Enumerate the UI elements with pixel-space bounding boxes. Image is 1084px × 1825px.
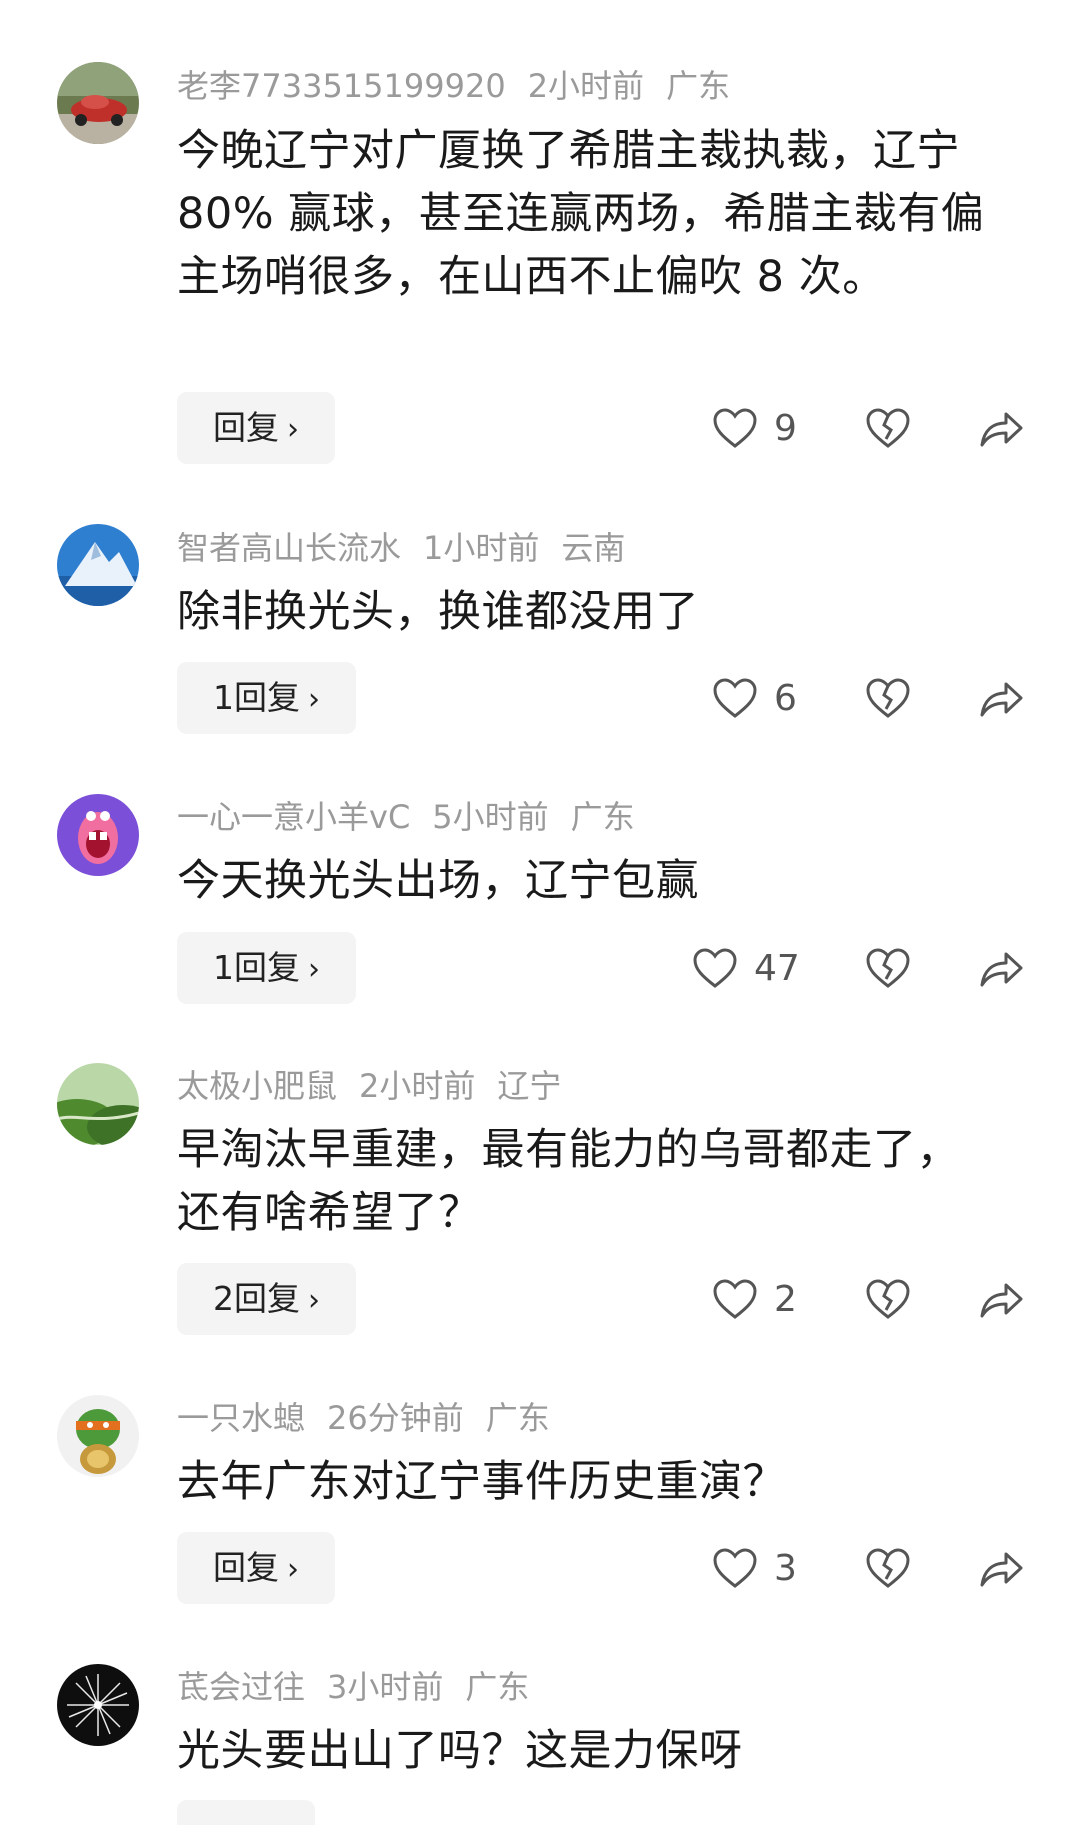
reply-label: 2回复	[213, 1279, 300, 1318]
like-count: 3	[774, 1547, 797, 1589]
dislike-button[interactable]	[865, 405, 911, 451]
comment-time: 3小时前	[327, 1668, 444, 1706]
dislike-button[interactable]	[865, 1545, 911, 1591]
comment-time: 1小时前	[423, 529, 540, 567]
like-count: 47	[754, 947, 800, 989]
avatar[interactable]	[57, 524, 139, 606]
chevron-right-icon: ›	[308, 682, 320, 717]
comment-location: 广东	[485, 1399, 550, 1437]
share-arrow-icon	[980, 682, 1023, 717]
heart-icon	[693, 948, 737, 988]
like-button[interactable]: 2	[712, 1263, 797, 1335]
like-button[interactable]: 47	[692, 932, 800, 1004]
comment-text: 除非换光头，换谁都没用了	[177, 587, 699, 637]
chevron-right-icon: ›	[287, 1552, 299, 1587]
broken-heart-icon	[866, 1548, 910, 1588]
comment-time: 2小时前	[359, 1067, 476, 1105]
comment-text: 今天换光头出场，辽宁包赢	[177, 856, 699, 906]
comment-text: 去年广东对辽宁事件历史重演？	[177, 1457, 786, 1507]
like-count: 9	[774, 407, 797, 449]
reply-label: 1回复	[213, 678, 300, 717]
username[interactable]: 一心一意小羊vC	[177, 798, 410, 836]
dislike-button[interactable]	[865, 945, 911, 991]
like-button[interactable]: 9	[712, 392, 797, 464]
fireworks-avatar-image	[57, 1664, 139, 1746]
reply-button[interactable]: 2回复 ›	[177, 1263, 356, 1335]
username[interactable]: 茋会过往	[177, 1668, 305, 1706]
broken-heart-icon	[866, 408, 910, 448]
snow-mountain-avatar-image	[57, 524, 139, 606]
comment-meta: 智者高山长流水 1小时前 云南	[177, 528, 647, 568]
red-car-avatar-image	[57, 62, 139, 144]
comment-meta: 一心一意小羊vC 5小时前 广东	[177, 797, 657, 837]
comment-time: 5小时前	[432, 798, 549, 836]
dislike-button[interactable]	[865, 675, 911, 721]
share-arrow-icon	[980, 412, 1023, 447]
share-button[interactable]	[978, 1545, 1024, 1591]
dislike-button[interactable]	[865, 1276, 911, 1322]
heart-icon	[713, 408, 757, 448]
like-count: 6	[774, 677, 797, 719]
share-arrow-icon	[980, 1283, 1023, 1318]
like-button[interactable]: 6	[712, 662, 797, 734]
heart-icon	[713, 1279, 757, 1319]
avatar[interactable]	[57, 1664, 139, 1746]
avatar[interactable]	[57, 1063, 139, 1145]
broken-heart-icon	[866, 948, 910, 988]
comment-location: 云南	[561, 529, 626, 567]
chevron-right-icon: ›	[287, 412, 299, 447]
comment-time: 26分钟前	[327, 1399, 464, 1437]
username[interactable]: 老李7733515199920	[177, 67, 506, 105]
avatar[interactable]	[57, 1395, 139, 1477]
username[interactable]: 智者高山长流水	[177, 529, 401, 567]
share-button[interactable]	[978, 1276, 1024, 1322]
like-count: 2	[774, 1278, 797, 1320]
like-button[interactable]: 3	[712, 1532, 797, 1604]
reply-label: 1回复	[213, 948, 300, 987]
comment-time: 2小时前	[527, 67, 645, 105]
comment-meta: 太极小肥鼠 2小时前 辽宁	[177, 1066, 583, 1106]
share-arrow-icon	[980, 952, 1023, 987]
comment-location: 广东	[570, 798, 635, 836]
comment-location: 广东	[465, 1668, 530, 1706]
share-arrow-icon	[980, 1552, 1023, 1587]
heart-icon	[713, 1548, 757, 1588]
green-hills-avatar-image	[57, 1063, 139, 1145]
avatar[interactable]	[57, 794, 139, 876]
share-button[interactable]	[978, 405, 1024, 451]
reply-button[interactable]: 回复 ›	[177, 392, 335, 464]
comment-text: 光头要出山了吗？这是力保呀	[177, 1726, 743, 1776]
comment-location: 辽宁	[497, 1067, 562, 1105]
reply-button[interactable]: 回复	[177, 1800, 315, 1825]
turtle-avatar-image	[57, 1395, 139, 1477]
reply-button[interactable]: 回复 ›	[177, 1532, 335, 1604]
reply-button[interactable]: 1回复 ›	[177, 932, 356, 1004]
cartoon-mouth-avatar-image	[57, 794, 139, 876]
comment-location: 广东	[666, 67, 731, 105]
comment-meta: 一只水螅 26分钟前 广东	[177, 1398, 572, 1438]
avatar[interactable]	[57, 62, 139, 144]
share-button[interactable]	[978, 945, 1024, 991]
chevron-right-icon: ›	[308, 952, 320, 987]
comment-meta: 老李7733515199920 2小时前 广东	[177, 66, 752, 106]
reply-button[interactable]: 1回复 ›	[177, 662, 356, 734]
broken-heart-icon	[866, 1279, 910, 1319]
share-button[interactable]	[978, 675, 1024, 721]
username[interactable]: 一只水螅	[177, 1399, 305, 1437]
reply-label: 回复	[213, 1548, 279, 1587]
comment-meta: 茋会过往 3小时前 广东	[177, 1667, 551, 1707]
comment-text: 今晚辽宁对广厦换了希腊主裁执裁，辽宁 80% 赢球，甚至连赢两场，希腊主裁有偏主…	[177, 126, 985, 302]
comment-text: 早淘汰早重建，最有能力的乌哥都走了，还有啥希望了？	[177, 1125, 960, 1238]
broken-heart-icon	[866, 678, 910, 718]
heart-icon	[713, 678, 757, 718]
reply-label: 回复	[213, 408, 279, 447]
username[interactable]: 太极小肥鼠	[177, 1067, 337, 1105]
chevron-right-icon: ›	[308, 1283, 320, 1318]
